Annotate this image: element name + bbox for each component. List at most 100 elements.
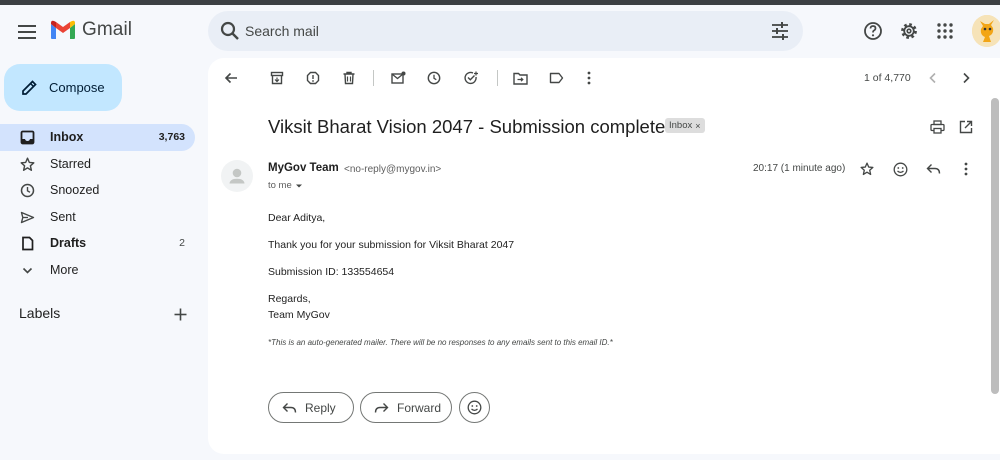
archive-button[interactable] [266, 67, 288, 89]
toolbar-divider [497, 70, 498, 86]
sidebar-item-more[interactable]: More [0, 257, 195, 284]
sidebar-item-inbox[interactable]: Inbox 3,763 [0, 124, 195, 151]
create-label-button[interactable] [170, 304, 190, 324]
reply-icon [926, 164, 940, 174]
search-options-icon[interactable] [769, 20, 791, 42]
reply-icon-button[interactable] [923, 159, 943, 179]
label-icon [549, 72, 563, 84]
reply-icon [282, 402, 297, 413]
delete-button[interactable] [338, 67, 360, 89]
sidebar-item-label: Drafts [50, 236, 87, 251]
sender-avatar[interactable] [221, 160, 253, 192]
chevron-left-icon [929, 72, 936, 84]
sidebar-nav: Inbox 3,763 Starred Snoozed Sent Drafts … [0, 124, 200, 283]
account-avatar[interactable] [972, 15, 1000, 47]
chevron-down-icon [20, 263, 35, 278]
print-button[interactable] [926, 116, 948, 138]
body-line: Thank you for your submission for Viksit… [268, 239, 515, 251]
hamburger-menu-icon [18, 25, 36, 39]
window-top-strip [0, 0, 1000, 5]
help-button[interactable] [858, 16, 888, 46]
forward-icon [374, 402, 389, 413]
draft-icon [20, 236, 35, 251]
sidebar-item-label: More [50, 262, 79, 277]
move-to-folder-icon [512, 72, 528, 85]
sidebar-item-sent[interactable]: Sent [0, 204, 195, 231]
trash-icon [343, 71, 355, 85]
arrow-back-icon [224, 72, 237, 84]
compose-button[interactable]: Compose [4, 64, 122, 111]
reply-label: Reply [305, 400, 336, 415]
search-bar[interactable] [208, 11, 803, 51]
auto-mailer-note: *This is an auto-generated mailer. There… [268, 338, 613, 347]
reply-button[interactable]: Reply [268, 392, 354, 423]
unread-count: 3,763 [158, 131, 185, 144]
settings-icon [901, 23, 917, 39]
move-to-button[interactable] [509, 67, 531, 89]
sender-name[interactable]: MyGov Team [268, 162, 339, 174]
help-icon [864, 22, 882, 40]
sidebar-item-starred[interactable]: Starred [0, 151, 195, 178]
star-icon [20, 157, 35, 172]
remove-label-icon[interactable]: × [695, 121, 700, 131]
sidebar-item-snoozed[interactable]: Snoozed [0, 177, 195, 204]
clock-icon [20, 183, 35, 198]
chevron-right-icon [963, 72, 970, 84]
toolbar-divider [373, 70, 374, 86]
sidebar-item-label: Snoozed [50, 183, 100, 198]
emoji-icon [467, 400, 482, 415]
email-subject: Viksit Bharat Vision 2047 - Submission c… [268, 116, 666, 137]
body-signature: Team MyGov [268, 309, 330, 321]
report-spam-button[interactable] [302, 67, 324, 89]
plus-icon [174, 308, 186, 320]
snooze-button[interactable] [423, 67, 445, 89]
sidebar-item-label: Sent [50, 209, 76, 224]
recipient-text: to me [268, 180, 292, 191]
body-greeting: Dear Aditya, [268, 212, 326, 224]
report-icon [306, 71, 320, 85]
labels-button[interactable] [545, 67, 567, 89]
search-input[interactable] [245, 11, 745, 51]
mark-unread-icon [390, 71, 405, 84]
print-icon [929, 120, 945, 134]
sidebar-item-label: Inbox [50, 130, 84, 145]
older-button[interactable] [955, 67, 977, 89]
message-more-button[interactable] [956, 159, 976, 179]
archive-icon [270, 71, 284, 85]
emoji-icon [893, 162, 907, 176]
sidebar-item-drafts[interactable]: Drafts 2 [0, 230, 195, 257]
submission-id: Submission ID: 133554654 [268, 266, 395, 278]
send-icon [20, 210, 35, 225]
caret-down-icon [295, 184, 302, 187]
add-task-icon [463, 71, 478, 85]
more-vert-icon [587, 71, 591, 85]
forward-label: Forward [397, 400, 442, 415]
sidebar-item-label: Starred [50, 156, 91, 171]
star-button[interactable] [857, 159, 877, 179]
add-to-tasks-button[interactable] [460, 67, 482, 89]
body-closing: Regards, [268, 293, 311, 305]
apps-button[interactable] [930, 16, 960, 46]
pencil-icon [22, 80, 37, 95]
recipient-details[interactable]: to me [268, 180, 303, 191]
settings-button[interactable] [894, 16, 924, 46]
more-vert-icon [964, 162, 968, 176]
label-chip[interactable]: Inbox × [665, 118, 705, 133]
add-reaction-button[interactable] [890, 159, 910, 179]
search-icon[interactable] [218, 19, 242, 43]
main-menu-button[interactable] [11, 16, 43, 48]
forward-button[interactable]: Forward [360, 392, 452, 423]
react-with-emoji-button[interactable] [459, 392, 490, 423]
more-actions-button[interactable] [578, 67, 600, 89]
message-timestamp: 20:17 (1 minute ago) [753, 163, 846, 174]
user-avatar-icon [972, 15, 1000, 47]
message-scrollbar[interactable] [991, 98, 999, 394]
newer-button[interactable] [922, 67, 944, 89]
gmail-logo[interactable]: Gmail [50, 19, 132, 41]
back-button[interactable] [220, 67, 242, 89]
mark-unread-button[interactable] [387, 67, 409, 89]
pagination-status: 1 of 4,770 [864, 72, 911, 84]
gmail-m-icon [51, 20, 75, 39]
draft-count: 2 [179, 237, 185, 250]
open-in-new-window-button[interactable] [955, 116, 977, 138]
